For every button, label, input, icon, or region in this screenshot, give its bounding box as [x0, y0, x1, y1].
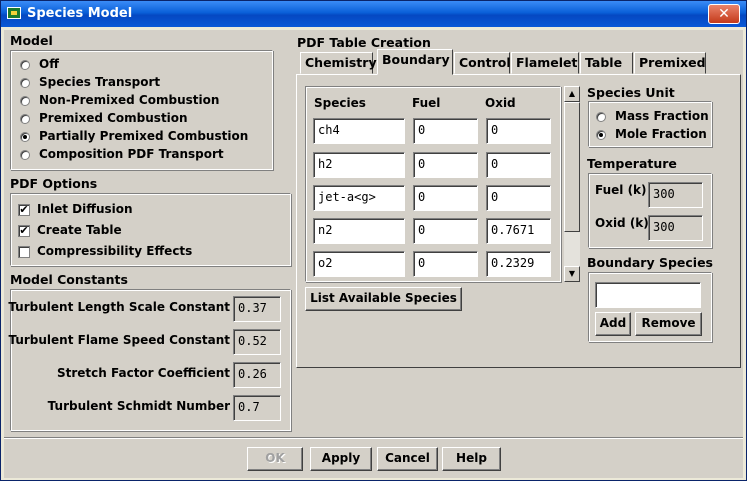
radio-icon [20, 60, 30, 70]
check-icon: ✔ [18, 224, 30, 237]
species-name-n2[interactable]: n2 [313, 218, 405, 244]
radio-icon [20, 78, 30, 88]
boundary-species-input[interactable] [595, 282, 701, 308]
window-title: Species Model [27, 6, 133, 21]
oxid-temp-label: Oxid (k) [595, 216, 649, 230]
tab-boundary[interactable]: Boundary [377, 49, 453, 75]
help-button[interactable]: Help [442, 447, 501, 471]
unchecked-box-icon [18, 246, 30, 258]
radio-selected-icon [596, 130, 606, 140]
turbulent-flame-speed-label: Turbulent Flame Speed Constant [8, 333, 230, 347]
col-species: Species [314, 96, 366, 110]
ok-button[interactable]: OK [247, 447, 303, 471]
tab-chemistry[interactable]: Chemistry [300, 52, 377, 74]
radio-icon [20, 114, 30, 124]
species-fuel-h2[interactable]: 0 [413, 152, 478, 178]
species-table-scrollbar[interactable]: ▲ ▼ [564, 86, 580, 282]
pdf-table-heading: PDF Table Creation [297, 35, 431, 50]
tab-table[interactable]: Table [580, 52, 633, 74]
species-oxid-h2[interactable]: 0 [486, 152, 551, 178]
species-oxid-ch4[interactable]: 0 [486, 118, 551, 144]
fuel-temp-label: Fuel (k) [595, 183, 647, 197]
radio-selected-icon [20, 132, 30, 142]
model-heading: Model [10, 33, 53, 48]
title-bar[interactable]: Species Model ✕ [1, 1, 746, 27]
radio-icon [20, 96, 30, 106]
turbulent-length-scale-label: Turbulent Length Scale Constant [8, 300, 230, 314]
radio-icon [20, 150, 30, 160]
species-unit-heading: Species Unit [587, 85, 675, 100]
scroll-up-arrow-icon[interactable]: ▲ [564, 86, 580, 102]
dialog-body: Model Off Species Transport Non-Premixed… [4, 30, 743, 478]
add-species-button[interactable]: Add [595, 312, 631, 336]
col-oxid: Oxid [485, 96, 516, 110]
species-name-jet-a[interactable]: jet-a<g> [313, 185, 405, 211]
footer-separator [4, 437, 743, 439]
oxid-temp-input[interactable]: 300 [648, 215, 703, 241]
turbulent-schmidt-input[interactable]: 0.7 [233, 395, 281, 421]
species-name-h2[interactable]: h2 [313, 152, 405, 178]
scroll-down-arrow-icon[interactable]: ▼ [564, 266, 580, 282]
fuel-temp-input[interactable]: 300 [648, 182, 703, 208]
species-oxid-jet-a[interactable]: 0 [486, 185, 551, 211]
scroll-thumb[interactable] [564, 102, 580, 232]
temperature-heading: Temperature [587, 156, 677, 171]
boundary-species-heading: Boundary Species [587, 255, 714, 270]
turbulent-length-scale-input[interactable]: 0.37 [233, 296, 281, 322]
species-name-o2[interactable]: o2 [313, 251, 405, 277]
remove-species-button[interactable]: Remove [635, 312, 702, 336]
tab-control[interactable]: Control [454, 52, 511, 74]
species-model-window: Species Model ✕ Model Off Species Transp… [0, 0, 747, 481]
check-icon: ✔ [18, 203, 30, 216]
radio-icon [596, 112, 606, 122]
species-fuel-jet-a[interactable]: 0 [413, 185, 478, 211]
app-icon [7, 7, 21, 19]
turbulent-schmidt-label: Turbulent Schmidt Number [47, 399, 230, 413]
pdf-options-heading: PDF Options [10, 176, 98, 191]
list-available-species-button[interactable]: List Available Species [305, 287, 462, 311]
model-constants-heading: Model Constants [10, 272, 128, 287]
tab-premixed[interactable]: Premixed [634, 52, 706, 74]
apply-button[interactable]: Apply [310, 447, 372, 471]
species-name-ch4[interactable]: ch4 [313, 118, 405, 144]
species-oxid-n2[interactable]: 0.7671 [486, 218, 551, 244]
stretch-factor-input[interactable]: 0.26 [233, 362, 281, 388]
stretch-factor-label: Stretch Factor Coefficient [56, 366, 230, 380]
tab-flamelet[interactable]: Flamelet [511, 52, 579, 74]
species-fuel-ch4[interactable]: 0 [413, 118, 478, 144]
turbulent-flame-speed-input[interactable]: 0.52 [233, 329, 281, 355]
species-fuel-n2[interactable]: 0 [413, 218, 478, 244]
cancel-button[interactable]: Cancel [377, 447, 438, 471]
close-button[interactable]: ✕ [708, 4, 740, 24]
species-oxid-o2[interactable]: 0.2329 [486, 251, 551, 277]
col-fuel: Fuel [412, 96, 441, 110]
species-fuel-o2[interactable]: 0 [413, 251, 478, 277]
